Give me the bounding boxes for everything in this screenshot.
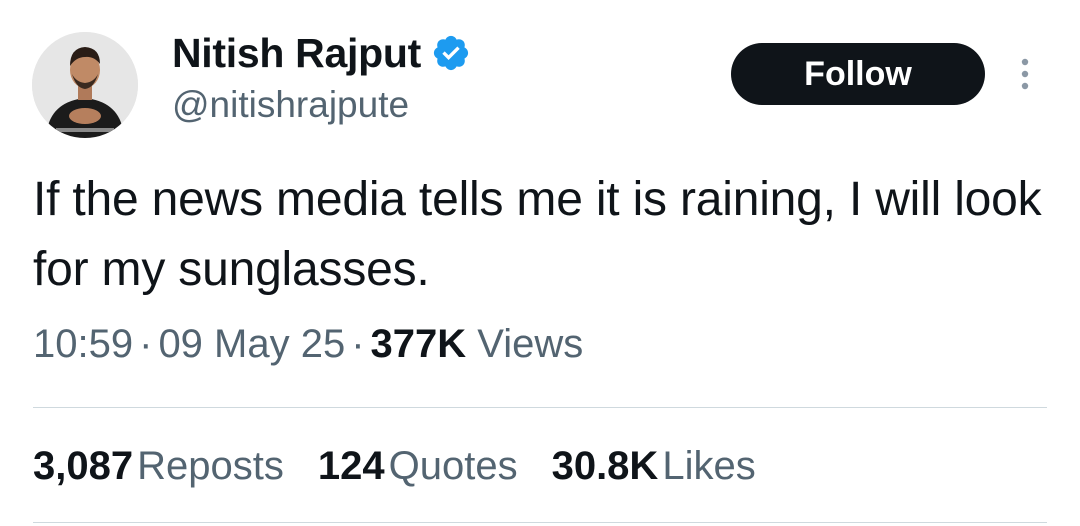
reposts-label: Reposts: [137, 444, 284, 488]
reposts-count: 3,087: [33, 444, 134, 488]
author-handle[interactable]: @nitishrajpute: [172, 84, 409, 126]
verified-badge-icon[interactable]: [431, 33, 471, 73]
quotes-label: Quotes: [388, 444, 518, 488]
tweet-time[interactable]: 10:59: [33, 322, 133, 366]
quotes-count: 124: [317, 444, 385, 488]
views-label: Views: [477, 322, 584, 366]
engagement-stats: 3,087 Reposts 124 Quotes 30.8K Likes: [33, 444, 790, 489]
tweet-text: If the news media tells me it is raining…: [33, 173, 1042, 296]
likes-label: Likes: [662, 444, 756, 488]
tweet-meta: 10:59 · 09 May 25 · 377K Views: [33, 322, 583, 367]
likes-stat[interactable]: 30.8K Likes: [552, 444, 756, 489]
author-display-name[interactable]: Nitish Rajput: [172, 30, 421, 77]
likes-count: 30.8K: [551, 444, 659, 488]
avatar[interactable]: [32, 32, 138, 138]
author-name-row[interactable]: Nitish Rajput: [172, 28, 471, 78]
meta-separator: ·: [351, 322, 365, 366]
quotes-stat[interactable]: 124 Quotes: [318, 444, 518, 489]
meta-separator: ·: [139, 322, 153, 366]
follow-button[interactable]: Follow: [731, 43, 985, 105]
more-options-icon[interactable]: [1018, 56, 1032, 92]
avatar-photo: [32, 32, 138, 138]
tweet-date[interactable]: 09 May 25: [158, 322, 345, 366]
reposts-stat[interactable]: 3,087 Reposts: [33, 444, 284, 489]
views-count: 377K: [370, 322, 467, 366]
divider: [33, 407, 1047, 408]
divider: [33, 522, 1047, 523]
